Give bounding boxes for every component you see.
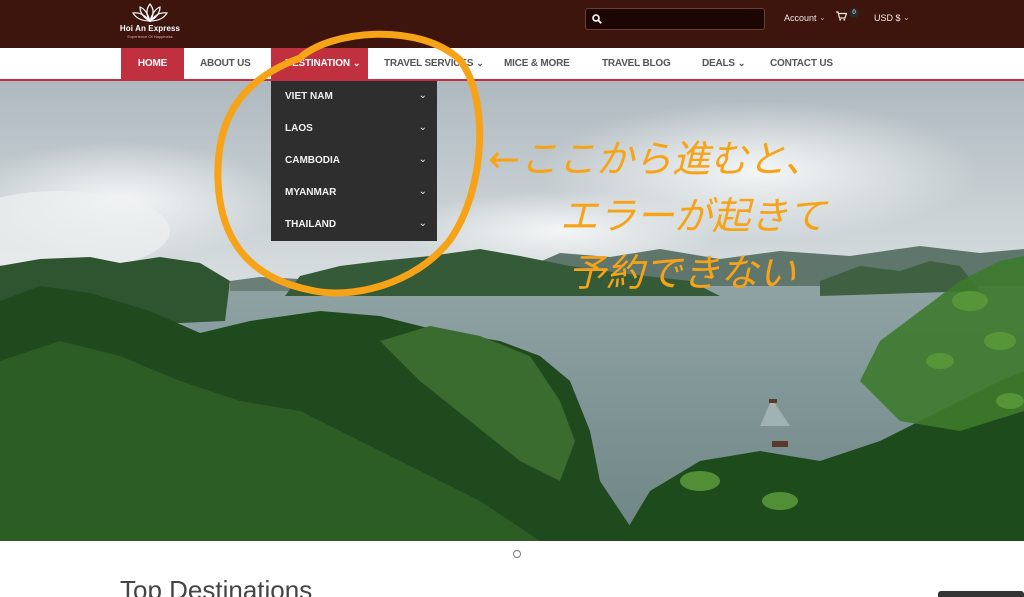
dropdown-item-thailand[interactable]: THAILAND ⌄	[271, 209, 437, 241]
nav-about-us[interactable]: ABOUT US	[200, 48, 251, 79]
top-bar: Hoi An Express Experience Of Happiness A…	[0, 0, 1024, 48]
dropdown-item-laos[interactable]: LAOS ⌄	[271, 113, 437, 145]
cart-count-badge: 0	[849, 8, 859, 18]
nav-mice-more-label: MICE & MORE	[504, 58, 570, 69]
chevron-down-icon: ⌄	[418, 218, 427, 229]
dropdown-item-label: VIET NAM	[285, 91, 333, 102]
brand-name: Hoi An Express	[119, 24, 181, 33]
annotation-line-2: エラーが起きて	[560, 194, 827, 238]
lotus-logo-icon	[132, 3, 168, 23]
dropdown-item-label: LAOS	[285, 123, 313, 134]
search-box[interactable]	[585, 8, 765, 30]
nav-destination[interactable]: DESTINATION ⌄	[271, 48, 368, 79]
chevron-down-icon: ⌄	[476, 58, 484, 68]
cart-icon[interactable]	[836, 11, 847, 21]
nav-deals-label: DEALS	[702, 58, 735, 69]
dropdown-item-label: CAMBODIA	[285, 155, 340, 166]
nav-deals[interactable]: DEALS ⌄	[702, 48, 745, 79]
destination-dropdown: VIET NAM ⌄ LAOS ⌄ CAMBODIA ⌄ MYANMAR ⌄ T…	[271, 81, 437, 241]
nav-travel-blog[interactable]: TRAVEL BLOG	[602, 48, 671, 79]
logo[interactable]: Hoi An Express Experience Of Happiness	[118, 3, 182, 43]
chevron-down-icon: ⌄	[418, 122, 427, 133]
carousel-dot[interactable]	[513, 550, 521, 558]
account-menu[interactable]: Account	[784, 13, 817, 23]
nav-home-label: HOME	[137, 58, 168, 69]
chevron-down-icon: ⌄	[819, 13, 826, 22]
currency-selector[interactable]: USD $	[874, 13, 901, 23]
dropdown-item-label: THAILAND	[285, 219, 337, 230]
chevron-down-icon: ⌄	[418, 90, 427, 101]
chevron-down-icon: ⌄	[418, 154, 427, 165]
nav-travel-blog-label: TRAVEL BLOG	[602, 58, 671, 69]
brand-tagline: Experience Of Happiness	[127, 34, 173, 39]
floating-tab[interactable]	[938, 591, 1024, 597]
nav-destination-label: DESTINATION	[285, 58, 350, 69]
annotation-arrow: ←	[488, 137, 520, 181]
search-input[interactable]	[606, 11, 758, 27]
nav-about-us-label: ABOUT US	[200, 58, 251, 69]
nav-mice-more[interactable]: MICE & MORE	[504, 48, 570, 79]
nav-travel-services-label: TRAVEL SERVICES	[384, 58, 474, 69]
dropdown-item-myanmar[interactable]: MYANMAR ⌄	[271, 177, 437, 209]
section-title: Top Destinations	[120, 575, 313, 597]
nav-travel-services[interactable]: TRAVEL SERVICES ⌄	[384, 48, 484, 79]
nav-home[interactable]: HOME	[121, 48, 184, 79]
dropdown-item-label: MYANMAR	[285, 187, 337, 198]
nav-contact-us-label: CONTACT US	[770, 58, 833, 69]
annotation-line-1-text: ここから進むと、	[519, 137, 823, 181]
chevron-down-icon: ⌄	[737, 58, 746, 68]
annotation-line-3: 予約できない	[568, 251, 797, 295]
dropdown-item-viet-nam[interactable]: VIET NAM ⌄	[271, 81, 437, 113]
main-nav: HOME ABOUT US DESTINATION ⌄ TRAVEL SERVIC…	[0, 48, 1024, 81]
chevron-down-icon: ⌄	[903, 13, 910, 22]
annotation-line-1: ←ここから進むと、	[488, 133, 822, 185]
search-icon	[592, 14, 602, 24]
nav-contact-us[interactable]: CONTACT US	[770, 48, 833, 79]
dropdown-item-cambodia[interactable]: CAMBODIA ⌄	[271, 145, 437, 177]
chevron-down-icon: ⌄	[352, 58, 361, 68]
chevron-down-icon: ⌄	[418, 186, 427, 197]
